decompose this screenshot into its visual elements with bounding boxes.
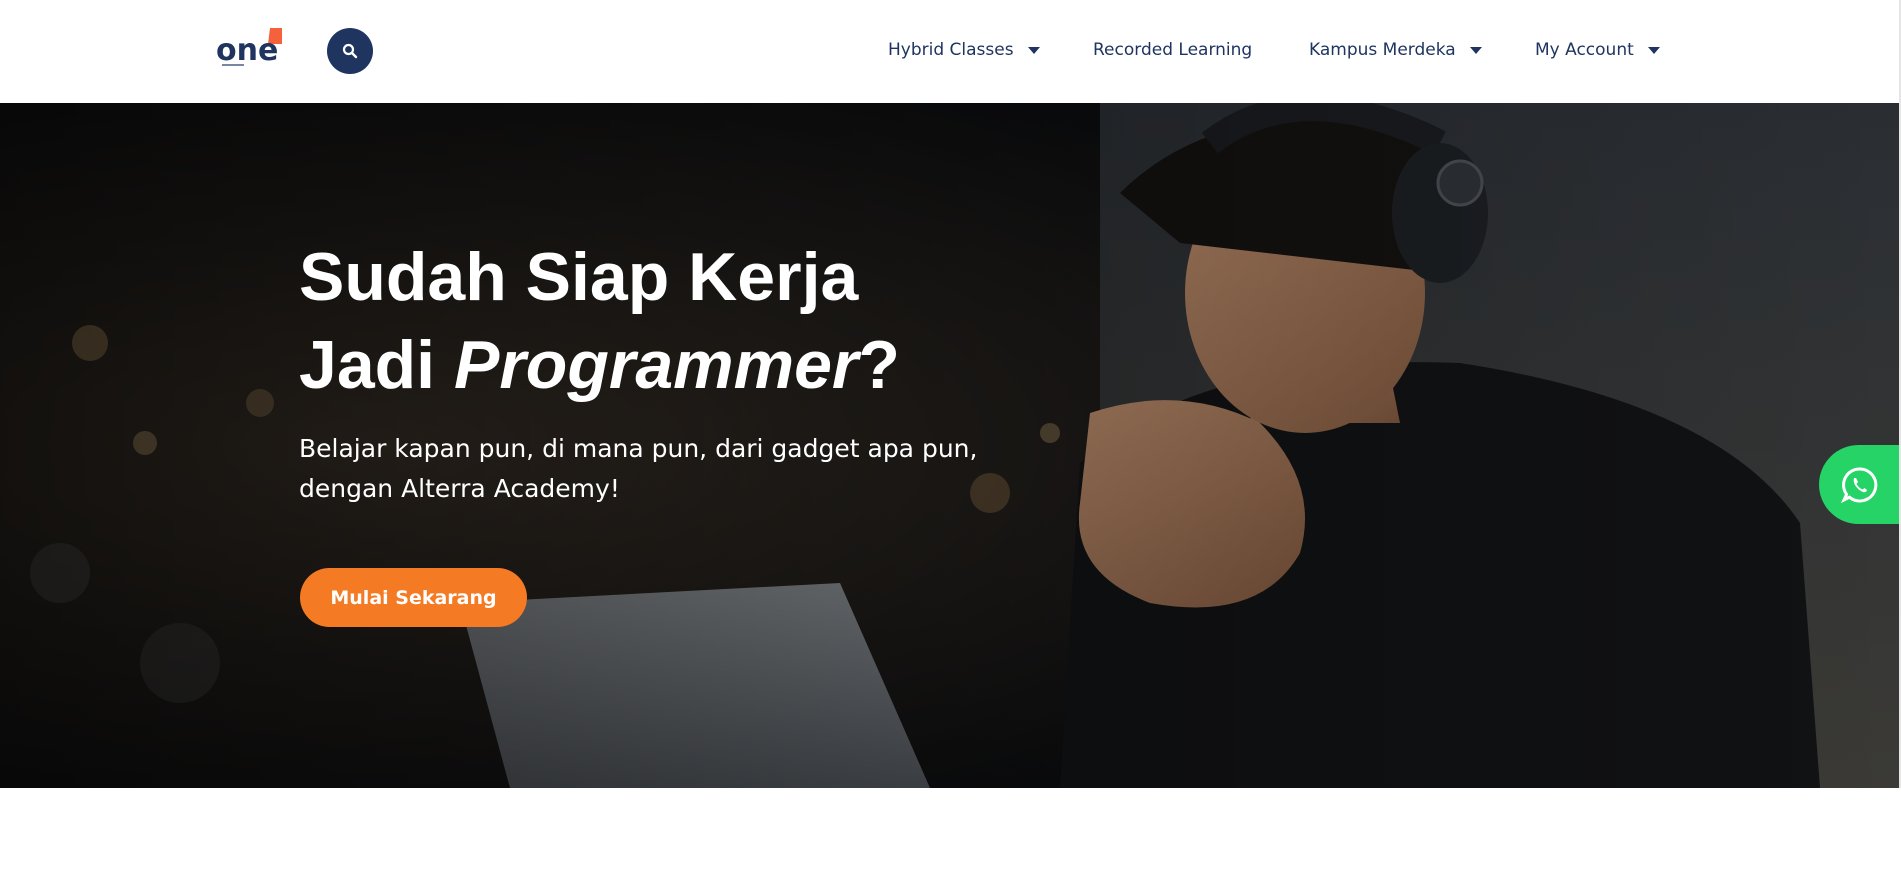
chevron-down-icon (1647, 46, 1660, 54)
hero-title: Sudah Siap Kerja Jadi Programmer? (299, 233, 900, 409)
site-header: one Hybrid Classes Recorded Learning Kam… (0, 0, 1901, 103)
one-alterra-logo-icon: one (216, 28, 282, 68)
hero-title-line-2: Jadi Programmer? (299, 321, 900, 409)
hero-subtitle-line-2: dengan Alterra Academy! (299, 474, 620, 503)
start-now-button[interactable]: Mulai Sekarang (300, 568, 527, 627)
nav-item-label: My Account (1535, 40, 1634, 60)
hero-title-suffix: ? (858, 327, 900, 403)
chevron-down-icon (1469, 46, 1482, 54)
nav-item-label: Hybrid Classes (888, 40, 1014, 60)
hero-title-prefix: Jadi (299, 327, 454, 403)
nav-item-recorded-learning[interactable]: Recorded Learning (1093, 36, 1252, 64)
chevron-down-icon (1027, 46, 1040, 54)
nav-item-my-account[interactable]: My Account (1535, 36, 1660, 64)
nav-item-kampus-merdeka[interactable]: Kampus Merdeka (1309, 36, 1482, 64)
hero-section: Sudah Siap Kerja Jadi Programmer? Belaja… (0, 103, 1901, 788)
hero-subtitle: Belajar kapan pun, di mana pun, dari gad… (299, 429, 999, 509)
nav-item-label: Kampus Merdeka (1309, 40, 1456, 60)
site-logo[interactable]: one (216, 26, 284, 70)
whatsapp-icon (1840, 466, 1878, 503)
search-icon (342, 43, 358, 59)
hero-subtitle-line-1: Belajar kapan pun, di mana pun, dari gad… (299, 434, 978, 463)
hero-title-emphasis: Programmer (453, 327, 859, 403)
nav-item-hybrid-classes[interactable]: Hybrid Classes (888, 36, 1040, 64)
svg-text:one: one (216, 33, 278, 68)
whatsapp-button[interactable] (1819, 445, 1901, 524)
search-button[interactable] (327, 28, 373, 74)
nav-item-label: Recorded Learning (1093, 40, 1253, 60)
hero-title-line-1: Sudah Siap Kerja (299, 239, 859, 315)
